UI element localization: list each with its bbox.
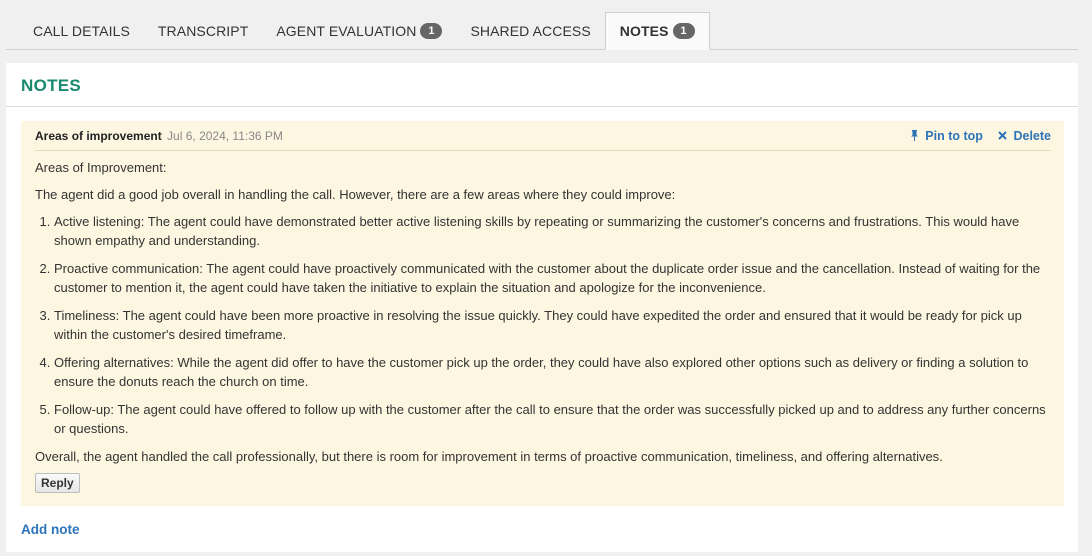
close-icon — [998, 131, 1010, 143]
tab-bar: CALL DETAILS TRANSCRIPT AGENT EVALUATION… — [6, 11, 1078, 50]
tab-label: AGENT EVALUATION — [276, 22, 417, 39]
reply-button[interactable]: Reply — [35, 473, 80, 493]
tab-label: NOTES — [619, 23, 669, 39]
note-date: Jul 6, 2024, 11:36 PM — [167, 129, 283, 143]
note-heading: Areas of Improvement: — [35, 160, 167, 175]
list-item: Proactive communication: The agent could… — [54, 259, 1051, 297]
tab-transcript[interactable]: TRANSCRIPT — [144, 12, 262, 49]
note-body: Areas of Improvement: The agent did a go… — [35, 158, 1051, 466]
tab-shared-access[interactable]: SHARED ACCESS — [456, 12, 604, 49]
list-item: Follow-up: The agent could have offered … — [54, 400, 1051, 438]
pin-to-top-button[interactable]: Pin to top — [910, 129, 986, 143]
pin-icon — [910, 130, 922, 143]
tab-notes[interactable]: NOTES 1 — [604, 12, 710, 50]
count-badge: 1 — [672, 23, 695, 39]
note-card: Areas of improvement Jul 6, 2024, 11:36 … — [21, 121, 1064, 506]
divider — [6, 106, 1078, 107]
count-badge: 1 — [420, 22, 443, 39]
pin-label: Pin to top — [925, 129, 983, 143]
panel-title: NOTES — [21, 76, 82, 95]
notes-panel: NOTES Areas of improvement Jul 6, 2024, … — [6, 63, 1078, 552]
delete-button[interactable]: Delete — [998, 129, 1051, 143]
tab-label: TRANSCRIPT — [157, 22, 249, 39]
tab-label: SHARED ACCESS — [470, 22, 591, 39]
delete-label: Delete — [1013, 129, 1051, 143]
tab-label: CALL DETAILS — [33, 22, 130, 39]
note-author: Areas of improvement — [35, 129, 162, 143]
note-actions: Pin to top Delete — [898, 128, 1051, 145]
improvement-list: Active listening: The agent could have d… — [35, 212, 1051, 438]
tab-agent-evaluation[interactable]: AGENT EVALUATION 1 — [262, 12, 456, 49]
note-conclusion: Overall, the agent handled the call prof… — [35, 449, 943, 464]
list-item: Active listening: The agent could have d… — [54, 212, 1051, 250]
note-intro: The agent did a good job overall in hand… — [35, 187, 676, 202]
note-header: Areas of improvement Jul 6, 2024, 11:36 … — [35, 128, 1051, 151]
add-note-link[interactable]: Add note — [21, 522, 80, 537]
tab-call-details[interactable]: CALL DETAILS — [6, 12, 144, 49]
list-item: Offering alternatives: While the agent d… — [54, 353, 1051, 391]
list-item: Timeliness: The agent could have been mo… — [54, 306, 1051, 344]
